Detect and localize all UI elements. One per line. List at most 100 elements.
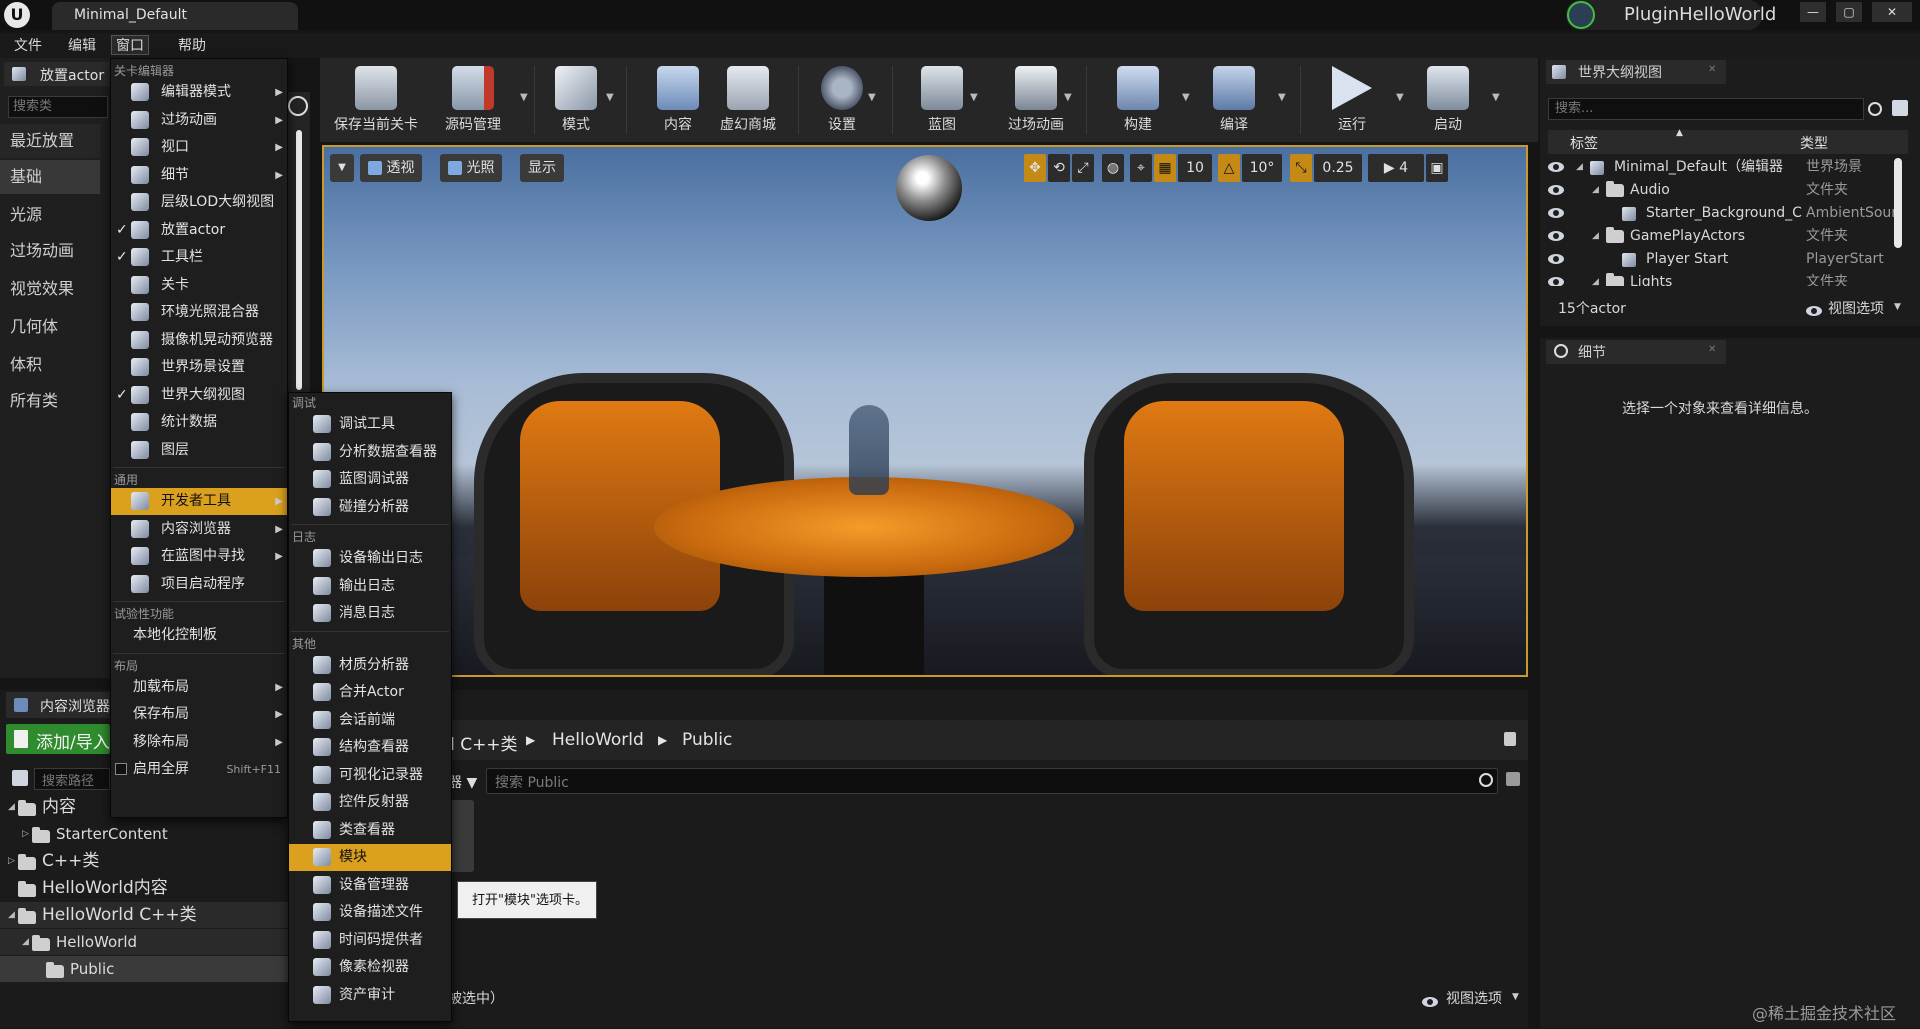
expand-arrow-icon[interactable]: ◢ xyxy=(1592,271,1599,286)
expand-arrow-icon[interactable]: ▷ xyxy=(22,821,29,847)
rotation-snap-value[interactable]: 10° xyxy=(1242,154,1282,182)
developer-tools-item[interactable]: 调试工具 xyxy=(289,411,451,438)
content-view-options-button[interactable]: 视图选项 xyxy=(1446,988,1502,1008)
class-search-input[interactable]: 搜索类 xyxy=(8,96,108,118)
search-icon[interactable] xyxy=(288,96,308,116)
visibility-eye-icon[interactable] xyxy=(1548,231,1564,241)
window-menu-item[interactable]: 统计数据 xyxy=(111,409,287,436)
grid-snap-toggle[interactable]: ▦ xyxy=(1154,154,1176,182)
minimize-button[interactable]: — xyxy=(1800,2,1826,22)
outliner-tab-close[interactable]: ✕ xyxy=(1708,64,1716,75)
developer-tools-item[interactable]: 可视化记录器 xyxy=(289,762,451,789)
window-menu-item[interactable]: 环境光照混合器 xyxy=(111,299,287,326)
settings-dropdown[interactable]: ▼ xyxy=(868,92,876,103)
save-level-button[interactable]: 保存当前关卡 xyxy=(326,64,426,138)
breadcrumb-helloworld[interactable]: HelloWorld xyxy=(552,730,644,750)
developer-tools-item[interactable]: 设备描述文件 xyxy=(289,899,451,926)
category-recent[interactable]: 最近放置 xyxy=(0,124,100,158)
menu-file[interactable]: 文件 xyxy=(10,36,46,56)
maximize-button[interactable]: ▢ xyxy=(1836,2,1862,22)
compile-dropdown[interactable]: ▼ xyxy=(1278,92,1286,103)
window-menu-item[interactable]: 启用全屏 Shift+F11 xyxy=(111,756,287,783)
source-control-button[interactable]: 源码管理 xyxy=(423,64,523,138)
expand-arrow-icon[interactable]: ◢ xyxy=(1576,156,1583,179)
outliner-view-options-button[interactable]: 视图选项 xyxy=(1828,298,1884,318)
window-menu-item[interactable]: ✓ 世界大纲视图 xyxy=(111,382,287,409)
settings-button[interactable]: 设置 xyxy=(792,64,892,138)
developer-tools-item[interactable]: 结构查看器 xyxy=(289,734,451,761)
window-menu-item[interactable]: 层级LOD大纲视图 xyxy=(111,189,287,216)
tree-item[interactable]: HelloWorld内容 xyxy=(0,875,288,901)
details-tab-close[interactable]: ✕ xyxy=(1708,344,1716,355)
asset-search-input[interactable]: 搜索 Public xyxy=(486,768,1498,794)
outliner-row[interactable]: ◢ Minimal_Default（编辑器 世界场景 xyxy=(1548,156,1908,179)
developer-tools-item[interactable]: 时间码提供者 xyxy=(289,927,451,954)
menu-window[interactable]: 窗口 xyxy=(111,35,149,55)
column-label-header[interactable]: 标签 xyxy=(1570,133,1598,153)
window-menu-item[interactable]: 细节 ▶ xyxy=(111,162,287,189)
maximize-viewport-button[interactable]: ▣ xyxy=(1426,154,1448,182)
developer-tools-item[interactable]: 合并Actor xyxy=(289,679,451,706)
place-panel-scrollbar[interactable] xyxy=(296,130,302,390)
window-menu-item[interactable]: 世界场景设置 xyxy=(111,354,287,381)
outliner-row[interactable]: ◢ Audio 文件夹 xyxy=(1548,179,1908,202)
grid-snap-value[interactable]: 10 xyxy=(1178,154,1212,182)
modes-dropdown[interactable]: ▼ xyxy=(606,92,614,103)
cinematics-dropdown[interactable]: ▼ xyxy=(1064,92,1072,103)
filters-dropdown-arrow[interactable]: 器 ▼ xyxy=(448,772,477,792)
translate-tool[interactable]: ✥ xyxy=(1024,154,1046,182)
scale-snap-toggle[interactable]: ⤡ xyxy=(1290,154,1312,182)
developer-tools-item[interactable]: 设备管理器 xyxy=(289,872,451,899)
viewport-options-button[interactable]: ▼ xyxy=(330,154,354,182)
visibility-eye-icon[interactable] xyxy=(1548,254,1564,264)
show-button[interactable]: 显示 xyxy=(520,154,564,182)
camera-speed-button[interactable]: ▶ 4 xyxy=(1368,154,1424,182)
breadcrumb-cpp-classes[interactable]: d C++类 xyxy=(444,730,518,755)
perspective-button[interactable]: 透视 xyxy=(360,154,423,182)
play-button[interactable]: 运行 xyxy=(1302,64,1402,138)
tree-item[interactable]: ◢ HelloWorld C++类 xyxy=(0,902,288,928)
category-visual-effects[interactable]: 视觉效果 xyxy=(0,272,100,306)
window-menu-item[interactable]: 项目启动程序 xyxy=(111,571,287,598)
category-basic[interactable]: 基础 xyxy=(0,160,100,194)
surface-snap-toggle[interactable]: ⌖ xyxy=(1130,154,1152,182)
tree-item[interactable]: ▷ StarterContent xyxy=(0,821,288,847)
menu-edit[interactable]: 编辑 xyxy=(64,36,100,56)
window-menu-item[interactable]: 开发者工具 ▶ xyxy=(111,488,287,515)
window-menu-item[interactable]: ✓ 放置actor xyxy=(111,217,287,244)
outliner-row[interactable]: Starter_Background_C AmbientSoun xyxy=(1548,202,1908,225)
window-menu-item[interactable]: ✓ 工具栏 xyxy=(111,244,287,271)
column-type-header[interactable]: 类型 xyxy=(1800,133,1828,153)
source-settings-icon[interactable] xyxy=(12,770,28,786)
checkbox[interactable] xyxy=(115,763,127,775)
developer-tools-item[interactable]: 分析数据查看器 xyxy=(289,439,451,466)
scale-tool[interactable]: ⤢ xyxy=(1072,154,1094,182)
outliner-row[interactable]: ◢ Lights 文件夹 xyxy=(1548,271,1908,286)
expand-arrow-icon[interactable]: ◢ xyxy=(1592,179,1599,202)
developer-tools-item[interactable]: 会话前端 xyxy=(289,707,451,734)
developer-tools-item[interactable]: 材质分析器 xyxy=(289,652,451,679)
table-statue[interactable] xyxy=(849,405,889,495)
close-button[interactable]: ✕ xyxy=(1872,2,1912,22)
window-menu-item[interactable]: 在蓝图中寻找 ▶ xyxy=(111,543,287,570)
expand-arrow-icon[interactable]: ▷ xyxy=(8,848,15,874)
visibility-eye-icon[interactable] xyxy=(1548,277,1564,286)
blueprints-dropdown[interactable]: ▼ xyxy=(970,92,978,103)
rotate-tool[interactable]: ⟲ xyxy=(1048,154,1070,182)
save-search-icon[interactable] xyxy=(1506,772,1520,786)
category-volumes[interactable]: 体积 xyxy=(0,348,100,382)
outliner-row[interactable]: ◢ GamePlayActors 文件夹 xyxy=(1548,225,1908,248)
window-menu-item[interactable]: 加载布局 ▶ xyxy=(111,674,287,701)
category-lights[interactable]: 光源 xyxy=(0,198,100,232)
outliner-scrollbar[interactable] xyxy=(1894,158,1902,248)
category-all-classes[interactable]: 所有类 xyxy=(0,384,100,418)
window-menu-item[interactable]: 摄像机晃动预览器 xyxy=(111,327,287,354)
tree-item[interactable]: ▷ C++类 xyxy=(0,848,288,874)
launch-button[interactable]: 启动 xyxy=(1398,64,1498,138)
window-menu-item[interactable]: 图层 xyxy=(111,437,287,464)
developer-tools-item[interactable]: 蓝图调试器 xyxy=(289,466,451,493)
unreal-logo[interactable]: U xyxy=(4,2,30,28)
developer-tools-item[interactable]: 类查看器 xyxy=(289,817,451,844)
launch-dropdown[interactable]: ▼ xyxy=(1492,92,1500,103)
lit-button[interactable]: 光照 xyxy=(440,154,503,182)
